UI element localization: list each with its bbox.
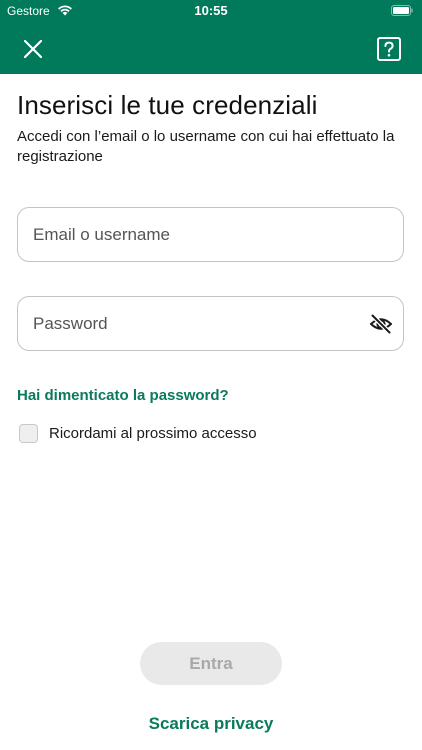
remember-me-checkbox[interactable] (19, 424, 38, 443)
close-icon (23, 39, 43, 59)
login-screen: Gestore 10:55 Inserisci le tue credenzia… (0, 0, 422, 750)
password-visibility-toggle[interactable] (369, 313, 393, 335)
status-bar: Gestore 10:55 (0, 0, 422, 22)
help-icon (377, 37, 401, 61)
email-field-container (17, 207, 404, 262)
password-input[interactable] (33, 297, 363, 350)
page-title: Inserisci le tue credenziali (17, 90, 318, 120)
download-privacy-link[interactable]: Scarica privacy (0, 714, 422, 734)
nav-bar (0, 22, 422, 74)
battery-icon (391, 5, 413, 16)
close-button[interactable] (20, 36, 46, 62)
help-button[interactable] (377, 37, 401, 61)
status-time: 10:55 (194, 3, 228, 18)
email-input[interactable] (33, 208, 363, 261)
page-subtitle: Accedi con l’email o lo username con cui… (17, 128, 395, 165)
forgot-password-link[interactable]: Hai dimenticato la password? (17, 387, 229, 404)
remember-me-label[interactable]: Ricordami al prossimo accesso (49, 425, 257, 442)
password-field-container (17, 296, 404, 351)
login-button[interactable]: Entra (140, 642, 282, 685)
eye-slash-icon (370, 313, 392, 335)
